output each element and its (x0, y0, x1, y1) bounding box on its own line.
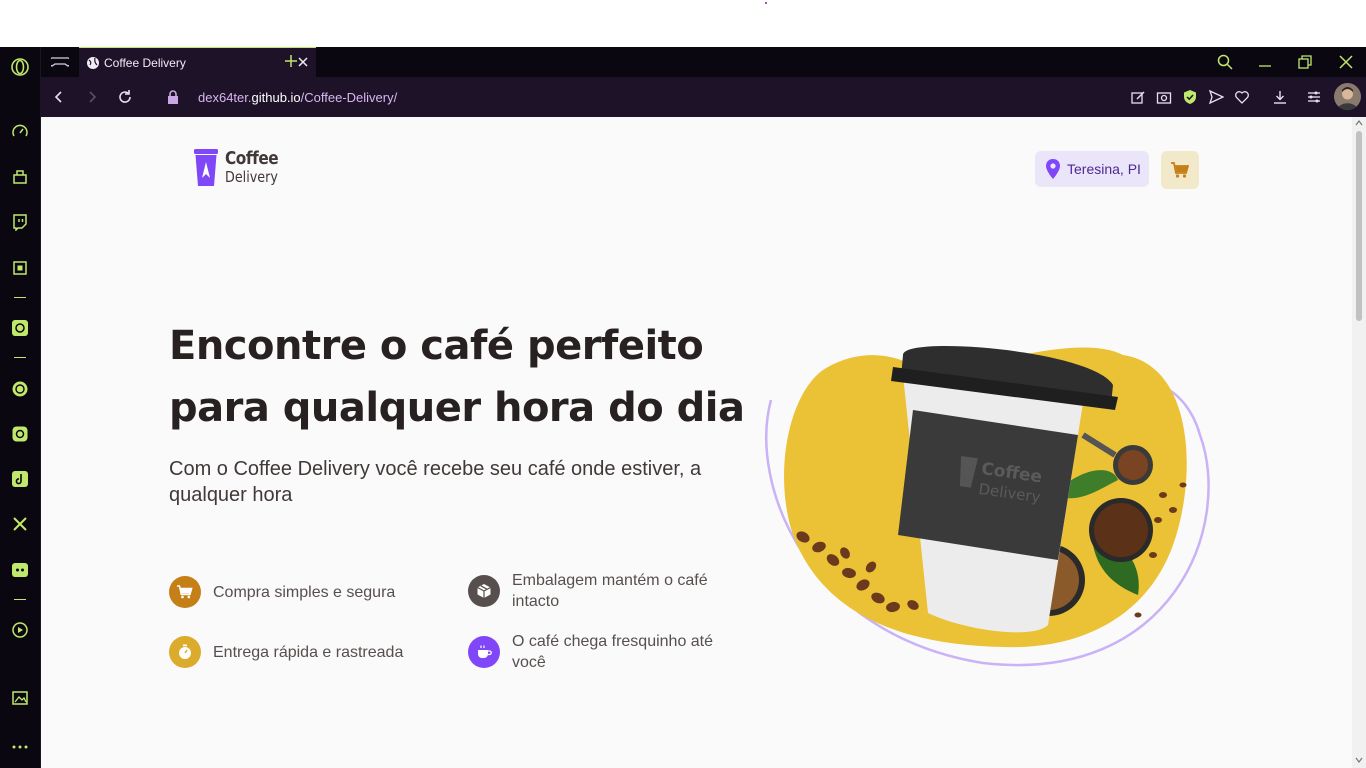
tab-title: Coffee Delivery (104, 56, 186, 70)
logo-text-line1: Coffee (225, 148, 279, 169)
twitch-icon[interactable] (9, 211, 31, 233)
feature-label: Embalagem mantém o café intacto (512, 572, 708, 610)
tab-bar: Coffee Delivery (41, 47, 1366, 77)
camera-icon[interactable] (1156, 89, 1172, 105)
address-bar: dex64ter.github.io/Coffee-Delivery/ (41, 77, 1366, 117)
easy-setup-icon[interactable] (1306, 89, 1322, 105)
desktop-top-strip (0, 0, 1366, 47)
feature-label: O café chega fresquinho até você (512, 633, 714, 671)
more-icon[interactable] (9, 736, 31, 758)
scroll-up-icon[interactable] (1355, 120, 1363, 126)
web-page: Coffee Delivery Teresina, PI Encontre o … (41, 117, 1352, 768)
lock-icon[interactable] (165, 89, 181, 105)
tab-coffee-delivery[interactable]: Coffee Delivery (79, 47, 316, 77)
feature-item: Embalagem mantém o café intacto (468, 570, 748, 612)
cart-icon (1171, 162, 1189, 178)
browser-sidebar (0, 47, 41, 768)
site-logo[interactable]: Coffee Delivery (193, 148, 283, 190)
feature-item: Compra simples e segura (169, 576, 439, 608)
cursor-dot (765, 2, 767, 4)
url-prefix: dex64ter. (198, 90, 252, 105)
coffee-icon (468, 636, 500, 668)
send-icon[interactable] (1208, 89, 1225, 105)
shield-icon[interactable] (1182, 89, 1198, 105)
url-path: /Coffee-Delivery/ (300, 90, 398, 105)
download-icon[interactable] (1272, 89, 1288, 105)
tiktok-icon[interactable] (9, 468, 31, 490)
location-button[interactable]: Teresina, PI (1035, 151, 1149, 187)
minimize-icon[interactable] (1257, 54, 1273, 70)
forward-icon[interactable] (84, 89, 100, 105)
feature-label: Compra simples e segura (213, 583, 396, 601)
feature-item: Entrega rápida e rastreada (169, 636, 439, 668)
heart-icon[interactable] (1234, 89, 1250, 105)
edit-icon[interactable] (1130, 89, 1146, 105)
hero-subtitle: Com o Coffee Delivery você recebe seu ca… (169, 458, 702, 506)
search-tabs-icon[interactable] (1217, 54, 1233, 70)
restore-icon[interactable] (1297, 54, 1313, 70)
package-icon (468, 575, 500, 607)
new-tab-icon[interactable] (283, 53, 299, 69)
discord-icon[interactable] (9, 559, 31, 581)
opera-logo-icon[interactable] (9, 56, 31, 78)
map-pin-icon (1046, 159, 1060, 179)
gamepad-icon[interactable] (48, 54, 72, 70)
timer-icon (169, 636, 201, 668)
whatsapp-icon[interactable] (9, 378, 31, 400)
x-twitter-icon[interactable] (9, 513, 31, 535)
player-icon[interactable] (9, 619, 31, 641)
gx-corner-icon[interactable] (9, 166, 31, 188)
globe-icon (86, 56, 100, 70)
feature-item: O café chega fresquinho até você (468, 631, 748, 673)
page-scrollbar[interactable] (1352, 117, 1366, 768)
logo-text-line2: Delivery (225, 168, 278, 186)
location-label: Teresina, PI (1067, 161, 1141, 177)
hero-title: Encontre o café perfeito para qualquer h… (169, 323, 745, 431)
reload-icon[interactable] (117, 89, 133, 105)
sidebar-separator (14, 599, 26, 600)
chatgpt-icon[interactable] (9, 317, 31, 339)
instagram-icon[interactable] (9, 423, 31, 445)
hero-coffee-image: Coffee Delivery (753, 315, 1223, 675)
hardware-limiter-icon[interactable] (9, 257, 31, 279)
cart-icon (169, 576, 201, 608)
speed-dial-icon[interactable] (9, 121, 31, 143)
url-host: github.io (251, 90, 301, 105)
close-window-icon[interactable] (1338, 54, 1354, 70)
wallpaper-icon[interactable] (9, 687, 31, 709)
back-icon[interactable] (51, 89, 67, 105)
scroll-down-icon[interactable] (1355, 757, 1363, 763)
cup-logo-icon (194, 149, 218, 186)
sidebar-separator (14, 297, 26, 298)
sidebar-separator (14, 357, 26, 358)
scrollbar-thumb[interactable] (1356, 131, 1362, 321)
cart-button[interactable] (1161, 151, 1199, 189)
profile-avatar[interactable] (1334, 83, 1361, 110)
url-text[interactable]: dex64ter.github.io/Coffee-Delivery/ (198, 90, 397, 105)
feature-label: Entrega rápida e rastreada (213, 643, 404, 661)
